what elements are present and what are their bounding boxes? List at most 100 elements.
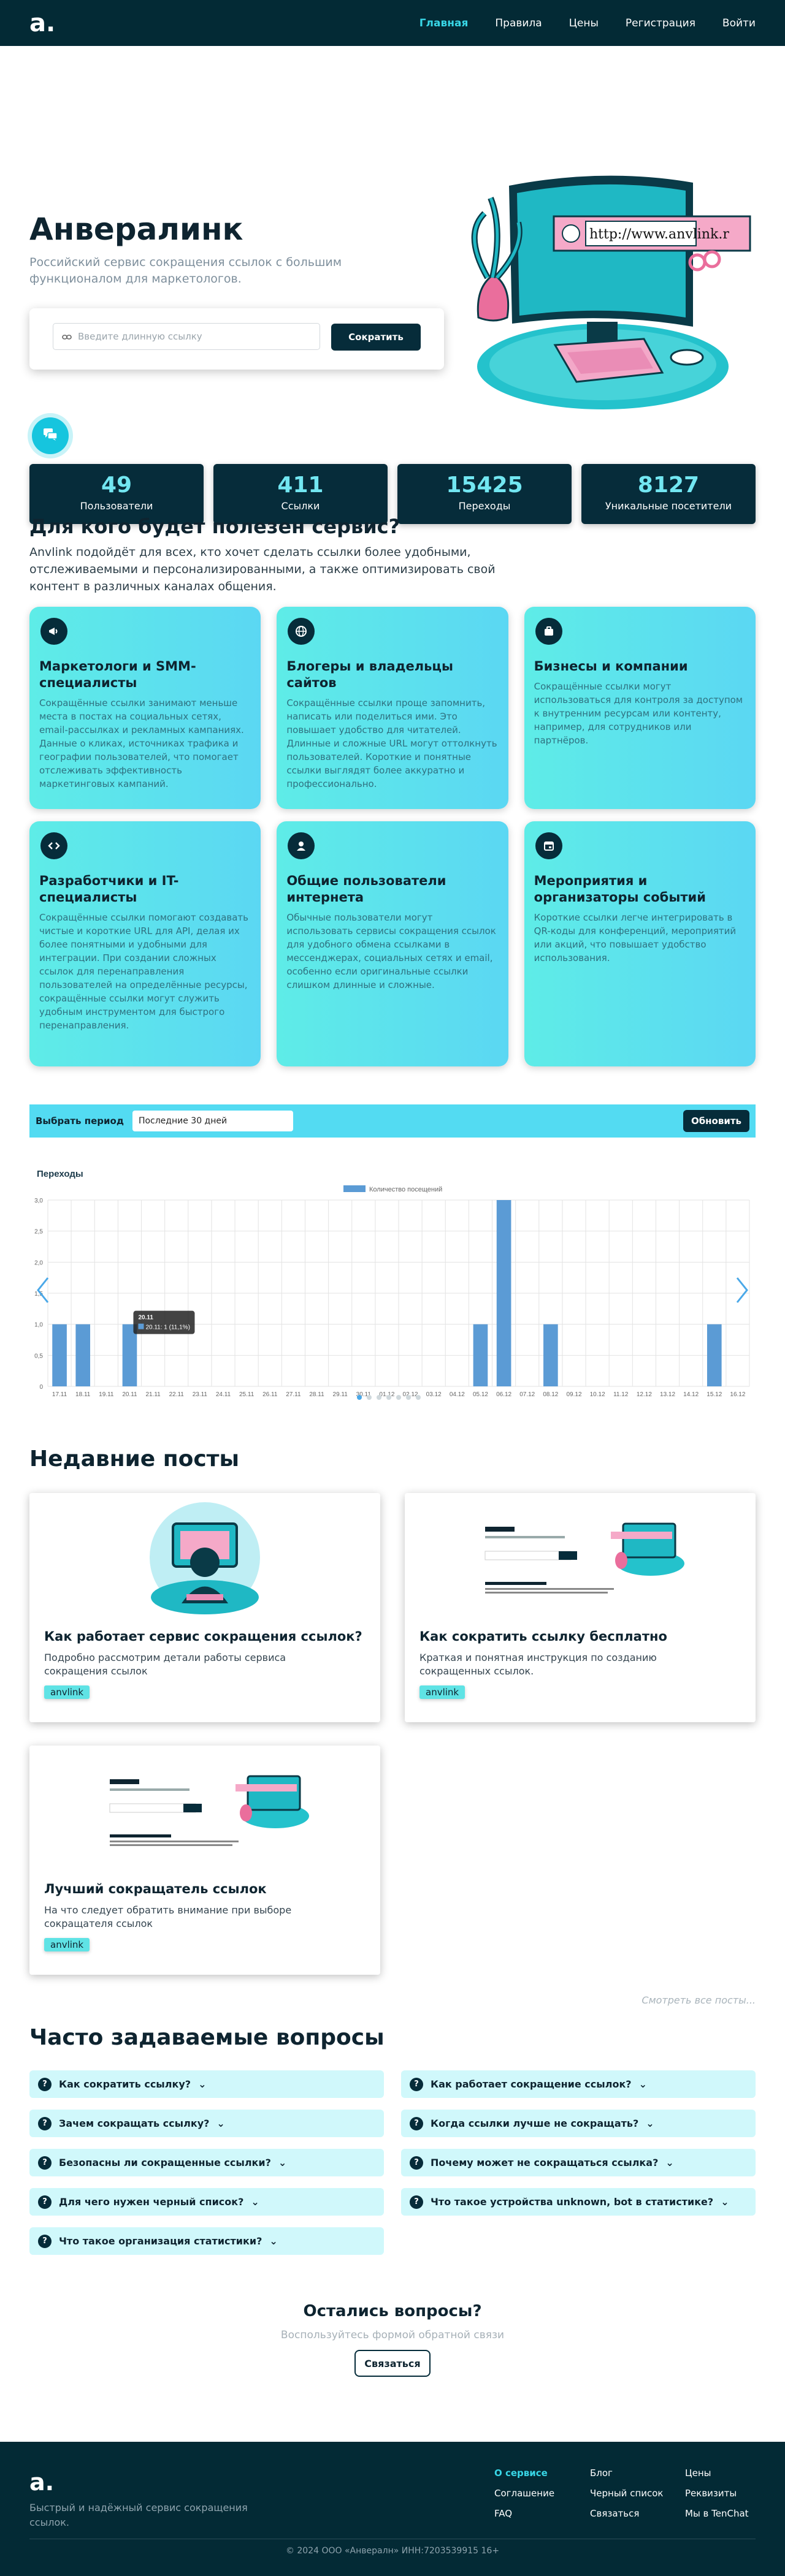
chevron-right-icon[interactable] — [736, 1277, 748, 1303]
faq-item[interactable]: ? Как работает сокращение ссылок? ⌄ — [401, 2070, 756, 2098]
contact-button[interactable]: Связаться — [354, 2350, 431, 2377]
faq-question: Как работает сокращение ссылок? — [431, 2078, 632, 2090]
y-tick-label: 2,5 — [34, 1229, 43, 1236]
question-icon: ? — [410, 2156, 423, 2170]
post-card[interactable]: Лучший сокращатель ссылок На что следует… — [29, 1746, 380, 1975]
audience-card: Общие пользователи интернета Обычные пол… — [277, 821, 508, 1066]
tooltip-title: 20.11 — [138, 1315, 153, 1321]
carousel-dot[interactable] — [396, 1395, 401, 1400]
stat-label: Пользователи — [80, 500, 153, 512]
faq-title: Часто задаваемые вопросы — [29, 2025, 385, 2050]
footer-copyright: © 2024 ООО «Анвералн» ИНН:7203539915 16+ — [285, 2546, 500, 2556]
chart-bar — [473, 1324, 488, 1386]
chevron-down-icon: ⌄ — [638, 2078, 647, 2090]
footer-logo[interactable]: a. — [29, 2469, 54, 2496]
card-text: Сокращённые ссылки проще запомнить, напи… — [286, 697, 497, 789]
globe-icon — [288, 618, 315, 645]
faq-item[interactable]: ? Почему может не сокращаться ссылка? ⌄ — [401, 2149, 756, 2176]
tooltip-swatch — [138, 1323, 144, 1329]
see-all-posts-link[interactable]: Смотреть все посты... — [641, 1994, 756, 2006]
long-url-placeholder: Введите длинную ссылку — [78, 331, 202, 342]
contact-title: Остались вопросы? — [303, 2302, 482, 2320]
calendar-icon — [535, 832, 562, 859]
stat-value: 8127 — [637, 473, 700, 498]
update-button[interactable]: Обновить — [683, 1110, 749, 1132]
carousel-dot[interactable] — [367, 1395, 372, 1400]
x-tick-label: 11.12 — [613, 1391, 629, 1398]
card-title: Маркетологи и SMM-специалисты — [39, 659, 196, 690]
post-text: На что следует обратить внимание при выб… — [44, 1904, 292, 1929]
x-tick-label: 24.11 — [216, 1391, 231, 1398]
chat-button[interactable] — [32, 417, 69, 454]
footer-link-faq[interactable]: FAQ — [494, 2508, 554, 2519]
audience-cards-row-1: Маркетологи и SMM-специалисты Сокращённы… — [29, 607, 756, 809]
stat-label: Переходы — [458, 500, 511, 512]
post-image — [419, 1493, 741, 1622]
footer-link-contact[interactable]: Связаться — [590, 2508, 664, 2519]
briefcase-icon — [535, 618, 562, 645]
nav-link-login[interactable]: Войти — [722, 17, 756, 29]
footer-link-prices[interactable]: Цены — [685, 2468, 749, 2479]
x-tick-label: 17.11 — [52, 1391, 67, 1398]
stat-unique-visitors: 8127 Уникальные посетители — [581, 464, 756, 524]
card-text: Короткие ссылки легче интегрировать в QR… — [534, 912, 737, 963]
post-card[interactable]: Как сократить ссылку бесплатно Краткая и… — [405, 1493, 756, 1722]
footer-link-requisites[interactable]: Реквизиты — [685, 2488, 749, 2499]
faq-item[interactable]: ? Что такое организация статистики? ⌄ — [29, 2227, 384, 2255]
post-tag[interactable]: anvlink — [419, 1685, 465, 1699]
chevron-left-icon[interactable] — [37, 1277, 49, 1303]
stat-clicks: 15425 Переходы — [397, 464, 572, 524]
post-card[interactable]: Как работает сервис сокращения ссылок? П… — [29, 1493, 380, 1722]
question-icon: ? — [38, 2116, 52, 2130]
footer-link-about[interactable]: О сервисе — [494, 2468, 554, 2479]
navbar: a. Главная Правила Цены Регистрация Войт… — [0, 0, 785, 46]
card-title: Блогеры и владельцы сайтов — [286, 659, 453, 690]
footer-link-blacklist[interactable]: Черный список — [590, 2488, 664, 2499]
post-tag[interactable]: anvlink — [44, 1685, 90, 1699]
post-text: Краткая и понятная инструкция по создани… — [419, 1652, 657, 1677]
period-select[interactable]: Последние 30 дней — [132, 1111, 293, 1131]
faq-question: Что такое организация статистики? — [59, 2235, 262, 2247]
stat-value: 411 — [277, 473, 324, 498]
contact-subtitle: Воспользуйтесь формой обратной связи — [280, 2329, 505, 2341]
faq-item[interactable]: ? Как сократить ссылку? ⌄ — [29, 2070, 384, 2098]
nav-link-prices[interactable]: Цены — [569, 17, 599, 29]
faq-item[interactable]: ? Безопасны ли сокращенные ссылки? ⌄ — [29, 2149, 384, 2176]
footer-link-blog[interactable]: Блог — [590, 2468, 664, 2479]
legend-label: Количество посещений — [369, 1186, 442, 1193]
stat-label: Ссылки — [281, 500, 320, 512]
post-text: Подробно рассмотрим детали работы сервис… — [44, 1652, 286, 1677]
footer-link-tenchat[interactable]: Мы в TenChat — [685, 2508, 749, 2519]
nav-link-rules[interactable]: Правила — [495, 17, 542, 29]
x-tick-label: 22.11 — [169, 1391, 185, 1398]
faq-item[interactable]: ? Что такое устройства unknown, bot в ста… — [401, 2188, 756, 2216]
posts-grid: Как работает сервис сокращения ссылок? П… — [29, 1493, 756, 1975]
carousel-dot[interactable] — [416, 1395, 421, 1400]
faq-item[interactable]: ? Когда ссылки лучше не сокращать? ⌄ — [401, 2110, 756, 2137]
card-text: Обычные пользователи могут использовать … — [286, 912, 496, 990]
shorten-button[interactable]: Сократить — [331, 324, 421, 351]
faq-question: Безопасны ли сокращенные ссылки? — [59, 2157, 271, 2168]
who-title: Для кого будет полезен сервис? — [29, 515, 400, 538]
faq-item[interactable]: ? Зачем сокращать ссылку? ⌄ — [29, 2110, 384, 2137]
legend-swatch — [343, 1185, 366, 1192]
footer-link-agreement[interactable]: Соглашение — [494, 2488, 554, 2499]
audience-card: Мероприятия и организаторы событий Корот… — [524, 821, 756, 1066]
faq-item[interactable]: ? Для чего нужен черный список? ⌄ — [29, 2188, 384, 2216]
faq-question: Зачем сокращать ссылку? — [59, 2118, 210, 2129]
x-tick-label: 07.12 — [519, 1391, 535, 1398]
nav-link-home[interactable]: Главная — [419, 17, 469, 29]
nav-link-register[interactable]: Регистрация — [626, 17, 695, 29]
carousel-dot[interactable] — [406, 1395, 411, 1400]
carousel-dot[interactable] — [386, 1395, 391, 1400]
faq-question: Что такое устройства unknown, bot в стат… — [431, 2196, 714, 2208]
brand-logo[interactable]: a. — [29, 11, 55, 36]
posts-title: Недавние посты — [29, 1446, 240, 1472]
card-title: Разработчики и IT-специалисты — [39, 873, 179, 905]
x-tick-label: 18.11 — [75, 1391, 91, 1398]
long-url-input[interactable]: Введите длинную ссылку — [53, 323, 320, 350]
carousel-dot[interactable] — [357, 1395, 362, 1400]
post-tag[interactable]: anvlink — [44, 1938, 90, 1951]
carousel-dot[interactable] — [377, 1395, 381, 1400]
chevron-down-icon: ⌄ — [646, 2118, 654, 2129]
